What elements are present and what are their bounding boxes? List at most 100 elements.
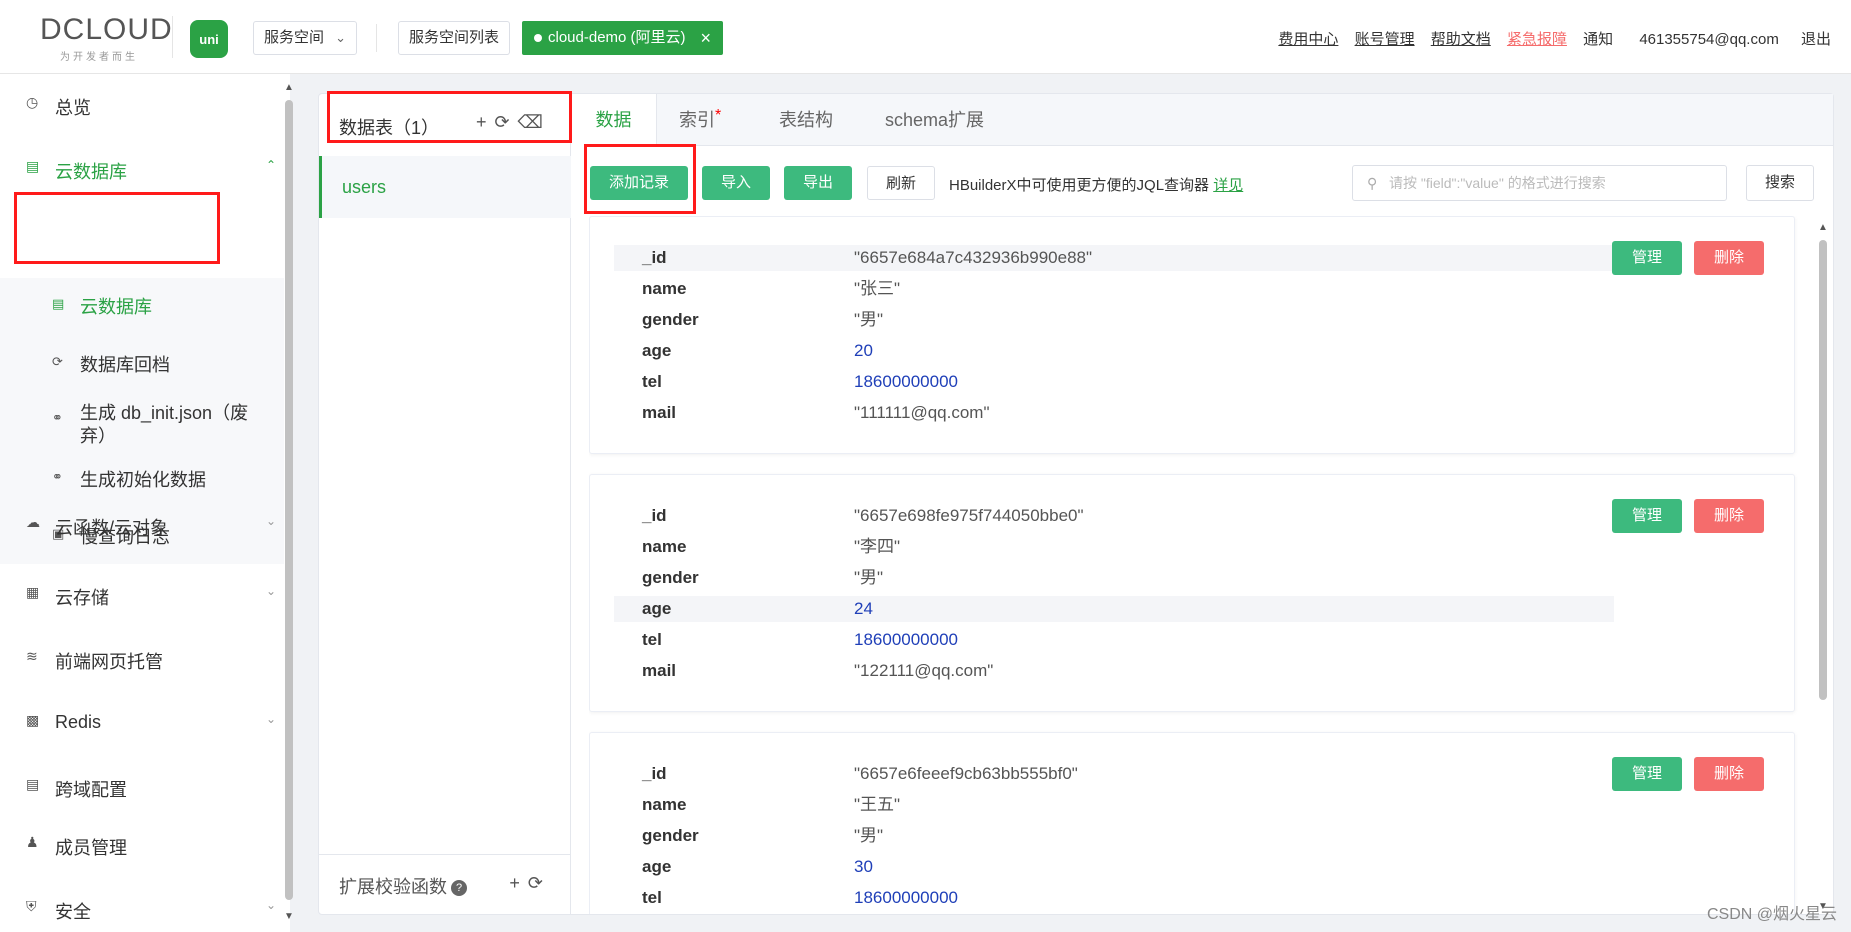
- header-divider: [172, 16, 173, 58]
- field-value: "6657e698fe975f744050bbe0": [854, 506, 1084, 525]
- sidebar-item-label: 跨域配置: [55, 780, 127, 800]
- account-link[interactable]: 账号管理: [1355, 31, 1415, 48]
- field-row: name "王五": [614, 792, 1614, 818]
- ext-validate-footer: 扩展校验函数? +⟳: [319, 854, 571, 914]
- field-key: name: [642, 795, 687, 814]
- field-key: tel: [642, 888, 662, 907]
- field-value: "122111@qq.com": [854, 661, 994, 680]
- ext-validate-label: 扩展校验函数?: [339, 873, 467, 899]
- scroll-up-icon[interactable]: ▲: [284, 82, 294, 93]
- import-button[interactable]: 导入: [702, 166, 770, 200]
- annotation-box: [327, 91, 572, 143]
- refresh-button[interactable]: 刷新: [867, 166, 935, 200]
- records-scrollbar[interactable]: ▲ ▼: [1817, 222, 1829, 912]
- field-value: "男": [854, 568, 884, 587]
- header-divider: [376, 24, 377, 52]
- field-row: _id "6657e6feeef9cb63bb555bf0": [614, 761, 1614, 787]
- shield-icon: ⛨: [26, 898, 37, 914]
- scrollbar-thumb[interactable]: [285, 100, 293, 900]
- user-icon: ♟: [26, 834, 39, 850]
- emergency-link[interactable]: 紧急报障: [1507, 31, 1567, 48]
- search-button[interactable]: 搜索: [1746, 165, 1814, 201]
- tables-column: 数据表（1） +⟳⌫ users 扩展校验函数? +⟳: [319, 94, 571, 914]
- sidebar-item-label: 前端网页托管: [55, 652, 163, 672]
- dcloud-logo[interactable]: DCLOUD 为开发者而生: [40, 13, 173, 64]
- field-value: "张三": [854, 279, 901, 298]
- sidebar-item-label: 总览: [55, 98, 91, 118]
- refresh-icon[interactable]: ⟳: [528, 873, 551, 893]
- field-key: gender: [642, 310, 699, 329]
- clock-icon: ◷: [26, 94, 39, 110]
- hosting-icon: ≋: [26, 648, 38, 664]
- sidebar-item-label: 云存储: [55, 588, 109, 608]
- field-row: tel 18600000000: [614, 885, 1614, 911]
- uni-icon[interactable]: uni: [190, 20, 228, 58]
- current-space-tag[interactable]: cloud-demo (阿里云) ×: [522, 21, 723, 55]
- field-row: _id "6657e684a7c432936b990e88": [614, 245, 1614, 271]
- cors-icon: ▤: [26, 776, 40, 792]
- logo-text: DCLOUD: [40, 13, 173, 46]
- scroll-down-icon[interactable]: ▼: [284, 911, 294, 922]
- manage-button[interactable]: 管理: [1612, 241, 1682, 275]
- tab-label: 索引: [679, 110, 715, 130]
- field-value: "6657e684a7c432936b990e88": [854, 248, 1093, 267]
- sidebar-item-label: 安全: [55, 902, 91, 922]
- export-button[interactable]: 导出: [784, 166, 852, 200]
- record-card: _id "6657e6feeef9cb63bb555bf0" name "王五" g…: [589, 732, 1795, 914]
- field-row: tel 18600000000: [614, 369, 1614, 395]
- billing-link[interactable]: 费用中心: [1278, 31, 1338, 48]
- annotation-box: [14, 192, 220, 264]
- space-list-button[interactable]: 服务空间列表: [398, 21, 510, 55]
- status-dot-icon: [534, 34, 542, 43]
- sidebar-item-label: 云函数/云对象: [55, 518, 169, 538]
- help-link[interactable]: 帮助文档: [1431, 31, 1491, 48]
- delete-button[interactable]: 删除: [1694, 241, 1764, 275]
- record-card: _id "6657e684a7c432936b990e88" name "张三" g…: [589, 216, 1795, 454]
- database-icon: ▤: [52, 296, 65, 311]
- delete-button[interactable]: 删除: [1694, 757, 1764, 791]
- field-key: mail: [642, 403, 677, 422]
- storage-icon: ▦: [26, 584, 40, 600]
- field-key: tel: [642, 630, 662, 649]
- space-select[interactable]: 服务空间 ⌄: [253, 21, 357, 55]
- user-email[interactable]: 461355754@qq.com: [1639, 31, 1779, 48]
- required-star-icon: *: [715, 107, 722, 124]
- tab-schema[interactable]: 表结构: [779, 94, 833, 146]
- ext-validate-text: 扩展校验函数: [339, 877, 447, 897]
- field-value: 18600000000: [854, 630, 959, 649]
- scroll-up-icon[interactable]: ▲: [1818, 222, 1828, 233]
- tab-schema-ext[interactable]: schema扩展: [885, 94, 984, 146]
- manage-button[interactable]: 管理: [1612, 499, 1682, 533]
- field-row: mail "122111@qq.com": [614, 658, 1614, 684]
- manage-button[interactable]: 管理: [1612, 757, 1682, 791]
- records-list: _id "6657e684a7c432936b990e88" name "张三" g…: [589, 216, 1815, 914]
- field-key: gender: [642, 568, 699, 587]
- scrollbar-thumb[interactable]: [1819, 240, 1827, 700]
- delete-button[interactable]: 删除: [1694, 499, 1764, 533]
- search-placeholder: 请按 "field":"value" 的格式进行搜索: [1389, 175, 1606, 191]
- help-icon[interactable]: ?: [451, 880, 467, 897]
- table-item-users[interactable]: users: [319, 156, 571, 218]
- tab-index[interactable]: 索引*: [679, 94, 721, 146]
- field-value: 18600000000: [854, 372, 959, 391]
- tab-data[interactable]: 数据: [571, 94, 657, 147]
- sidebar-item-label: 云数据库: [55, 162, 127, 182]
- field-key: _id: [642, 248, 667, 267]
- notify-link[interactable]: 通知: [1583, 31, 1613, 48]
- field-value: "王五": [854, 795, 901, 814]
- field-key: tel: [642, 372, 662, 391]
- add-icon[interactable]: +: [509, 873, 528, 893]
- jql-detail-link[interactable]: 详见: [1213, 177, 1243, 194]
- chevron-down-icon: ⌄: [265, 898, 276, 912]
- link-icon: ⚭: [52, 410, 63, 425]
- chevron-down-icon: ⌄: [265, 712, 276, 726]
- space-select-label: 服务空间: [264, 29, 325, 46]
- field-value: "111111@qq.com": [854, 403, 990, 422]
- close-icon[interactable]: ×: [700, 21, 711, 55]
- sidebar-scrollbar[interactable]: ▲ ▼: [284, 82, 294, 922]
- logout-link[interactable]: 退出: [1801, 31, 1831, 48]
- chevron-down-icon: ⌄: [265, 584, 276, 598]
- search-input[interactable]: ⚲ 请按 "field":"value" 的格式进行搜索: [1352, 165, 1727, 201]
- field-key: mail: [642, 661, 677, 680]
- chevron-down-icon: ⌄: [265, 514, 276, 528]
